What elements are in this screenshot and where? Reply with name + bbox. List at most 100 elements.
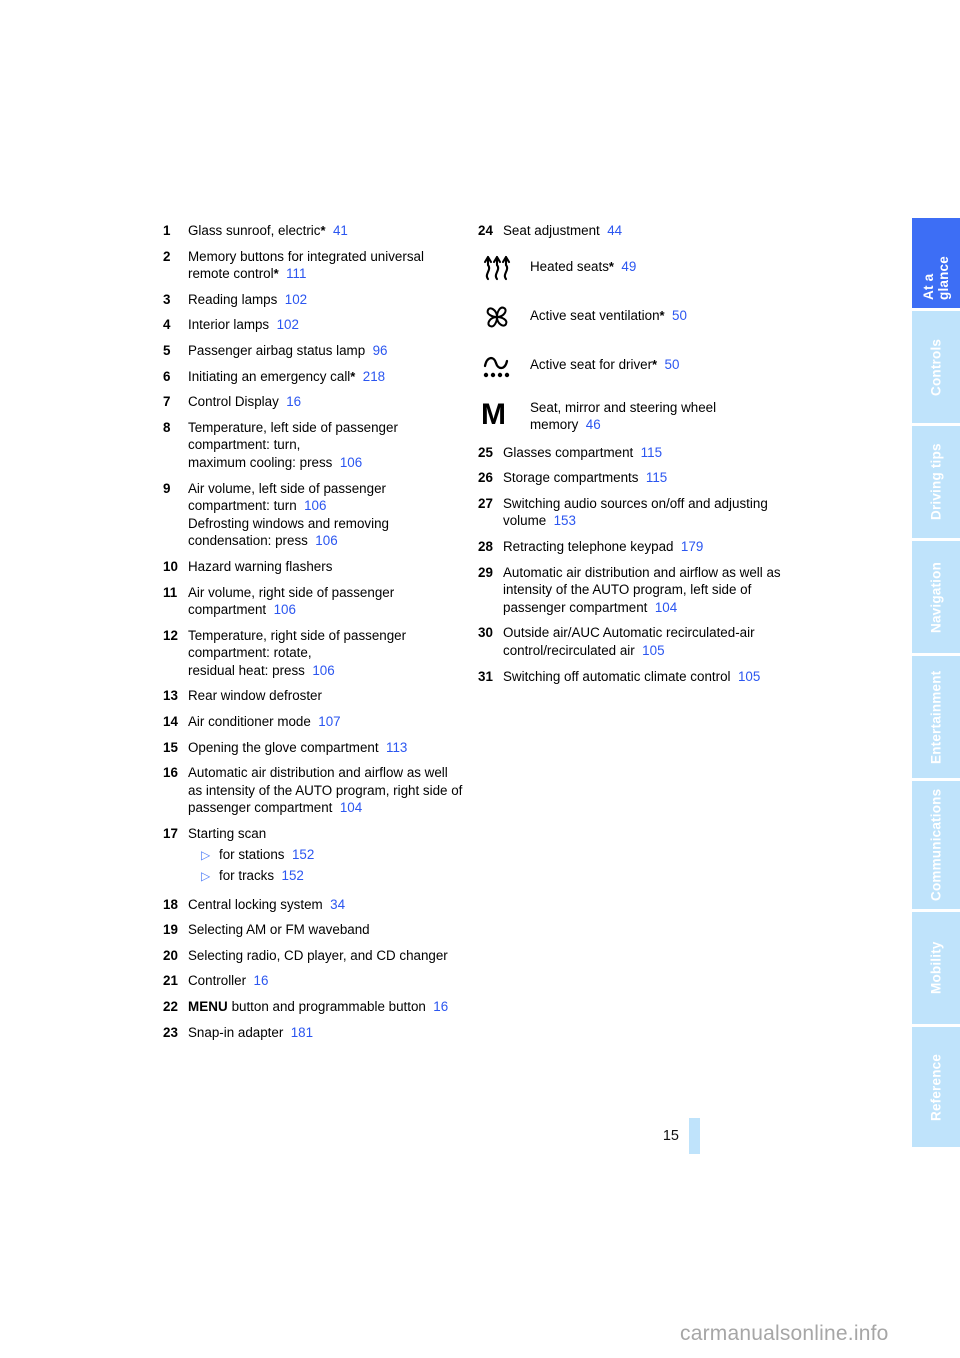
entry-number: 23 [163, 1024, 178, 1040]
entry-icon-slot [478, 248, 530, 288]
index-entry: 16 Automatic air distribution and airflow… [163, 764, 463, 817]
page-reference[interactable]: 106 [266, 602, 296, 617]
page-reference[interactable]: 50 [665, 308, 687, 323]
entry-body: Switching off automatic climate control … [503, 668, 788, 686]
page-reference[interactable]: 105 [731, 669, 760, 684]
chapter-tab-label: Navigation [928, 561, 944, 633]
chapter-tab-driving-tips[interactable]: Driving tips [912, 426, 960, 538]
index-entry: 17 Starting scan ▷ for stations 152 ▷ for tra… [163, 825, 463, 888]
entry-text: Temperature, right side of passenger com… [188, 627, 407, 678]
index-entry: 7 Control Display 16 [163, 393, 463, 411]
entry-body: Control Display 16 [188, 393, 463, 411]
chapter-tab-communications[interactable]: Communications [912, 781, 960, 909]
index-entry: 19 Selecting AM or FM waveband [163, 921, 463, 939]
entry-icon-slot: M [478, 395, 530, 435]
page-reference[interactable]: 105 [635, 643, 664, 658]
subentry-text: for tracks [219, 867, 275, 883]
entry-body: Storage compartments 115 [503, 469, 788, 487]
entry-text: Outside air/AUC Automatic recirculated-a… [503, 625, 755, 658]
entry-number: 9 [163, 480, 171, 496]
index-entry: 10 Hazard warning flashers [163, 558, 463, 576]
page-reference[interactable]: 115 [638, 470, 667, 485]
page-reference[interactable]: 104 [332, 800, 362, 815]
index-icon-entry: M Seat, mirror and steering wheel memory … [478, 395, 788, 435]
entry-number: 8 [163, 419, 171, 435]
entry-body: Active seat for driver* 50 [530, 346, 788, 374]
page-reference[interactable]: 181 [283, 1025, 313, 1040]
page-reference[interactable]: 152 [274, 867, 304, 885]
page-reference[interactable]: 16 [279, 394, 301, 409]
index-icon-entry: Active seat ventilation* 50 [478, 297, 788, 337]
page-reference[interactable]: 106 [332, 455, 362, 470]
chapter-tab-navigation[interactable]: Navigation [912, 541, 960, 653]
index-icon-entry: Active seat for driver* 50 [478, 346, 788, 386]
entry-text: Selecting radio, CD player, and CD chang… [188, 947, 448, 963]
index-entry: 8 Temperature, left side of passenger com… [163, 419, 463, 472]
entry-number: 31 [478, 668, 493, 684]
entry-text: Snap-in adapter [188, 1024, 284, 1040]
page-reference[interactable]: 49 [614, 259, 636, 274]
index-entry: 30 Outside air/AUC Automatic recirculated… [478, 624, 788, 659]
entry-body: Passenger airbag status lamp 96 [188, 342, 463, 360]
chapter-tab-controls[interactable]: Controls [912, 311, 960, 423]
entry-body: Central locking system 34 [188, 896, 463, 914]
page-reference[interactable]: 179 [673, 539, 703, 554]
entry-number: 15 [163, 739, 178, 755]
page-reference[interactable]: 104 [647, 600, 677, 615]
index-icon-entry: Heated seats* 49 [478, 248, 788, 288]
page-reference[interactable]: 113 [379, 740, 407, 755]
page-reference[interactable]: 102 [277, 292, 307, 307]
page-reference[interactable]: 44 [600, 223, 622, 238]
page-reference[interactable]: 107 [311, 714, 340, 729]
page-reference[interactable]: 106 [305, 663, 334, 678]
page-reference[interactable]: 102 [269, 317, 299, 332]
page-reference[interactable]: 96 [365, 343, 388, 358]
entry-body: Selecting radio, CD player, and CD chang… [188, 947, 463, 965]
page-reference[interactable]: 218 [355, 369, 385, 384]
entry-body: Glasses compartment 115 [503, 444, 788, 462]
page-reference[interactable]: 34 [323, 897, 345, 912]
page-reference[interactable]: 115 [633, 445, 662, 460]
page-reference[interactable]: 16 [426, 999, 448, 1014]
entry-number: 25 [478, 444, 493, 460]
page-reference[interactable]: 111 [279, 266, 306, 281]
chapter-tab-entertainment[interactable]: Entertainment [912, 656, 960, 778]
manual-page: At a glance Controls Driving tips Navigatio… [0, 0, 960, 1358]
page-reference[interactable]: 152 [285, 846, 314, 864]
entry-text: Heated seats [530, 258, 609, 274]
entry-body: Active seat ventilation* 50 [530, 297, 788, 325]
page-reference[interactable]: 153 [546, 513, 576, 528]
index-entry: 29 Automatic air distribution and airflow… [478, 564, 788, 617]
page-reference[interactable]: 41 [326, 223, 348, 238]
entry-number: 22 [163, 999, 178, 1014]
entry-body: Retracting telephone keypad 179 [503, 538, 788, 556]
index-entry: 23 Snap-in adapter 181 [163, 1024, 463, 1042]
index-entry: 25 Glasses compartment 115 [478, 444, 788, 462]
entry-body: Memory buttons for integrated universal … [188, 248, 463, 283]
entry-number: 17 [163, 826, 178, 842]
chapter-tab-mobility[interactable]: Mobility [912, 912, 960, 1024]
triangle-bullet-icon: ▷ [201, 868, 211, 883]
entry-text: Automatic air distribution and airflow a… [503, 564, 781, 615]
chapter-tab-reference[interactable]: Reference [912, 1027, 960, 1147]
page-reference[interactable]: 106 [308, 533, 337, 548]
entry-text: Initiating an emergency call [188, 368, 351, 384]
entry-text: Glasses compartment [503, 444, 634, 460]
entry-body: MENU button and programmable button 16 [188, 998, 463, 1016]
entry-body: Interior lamps 102 [188, 316, 463, 334]
index-entry: 22 MENU button and programmable button 16 [163, 998, 463, 1016]
page-reference[interactable]: 46 [578, 417, 601, 432]
page-reference[interactable]: 106 [297, 498, 326, 513]
entry-number: 13 [163, 688, 178, 704]
entry-body: Switching audio sources on/off and adjus… [503, 495, 788, 530]
index-entry: 3 Reading lamps 102 [163, 291, 463, 309]
page-reference[interactable]: 50 [657, 357, 680, 372]
chapter-tab-at-a-glance[interactable]: At a glance [912, 218, 960, 308]
entry-text: Switching audio sources on/off and adjus… [503, 495, 768, 529]
entry-text: Seat, mirror and steering wheel memory [530, 399, 717, 433]
folio-bar [689, 1118, 700, 1154]
page-reference[interactable]: 16 [246, 973, 269, 988]
index-entry: 11 Air volume, right side of passenger co… [163, 584, 463, 619]
seat-ventilation-fan-icon [486, 306, 508, 327]
page-footer: 15 [0, 1118, 700, 1154]
